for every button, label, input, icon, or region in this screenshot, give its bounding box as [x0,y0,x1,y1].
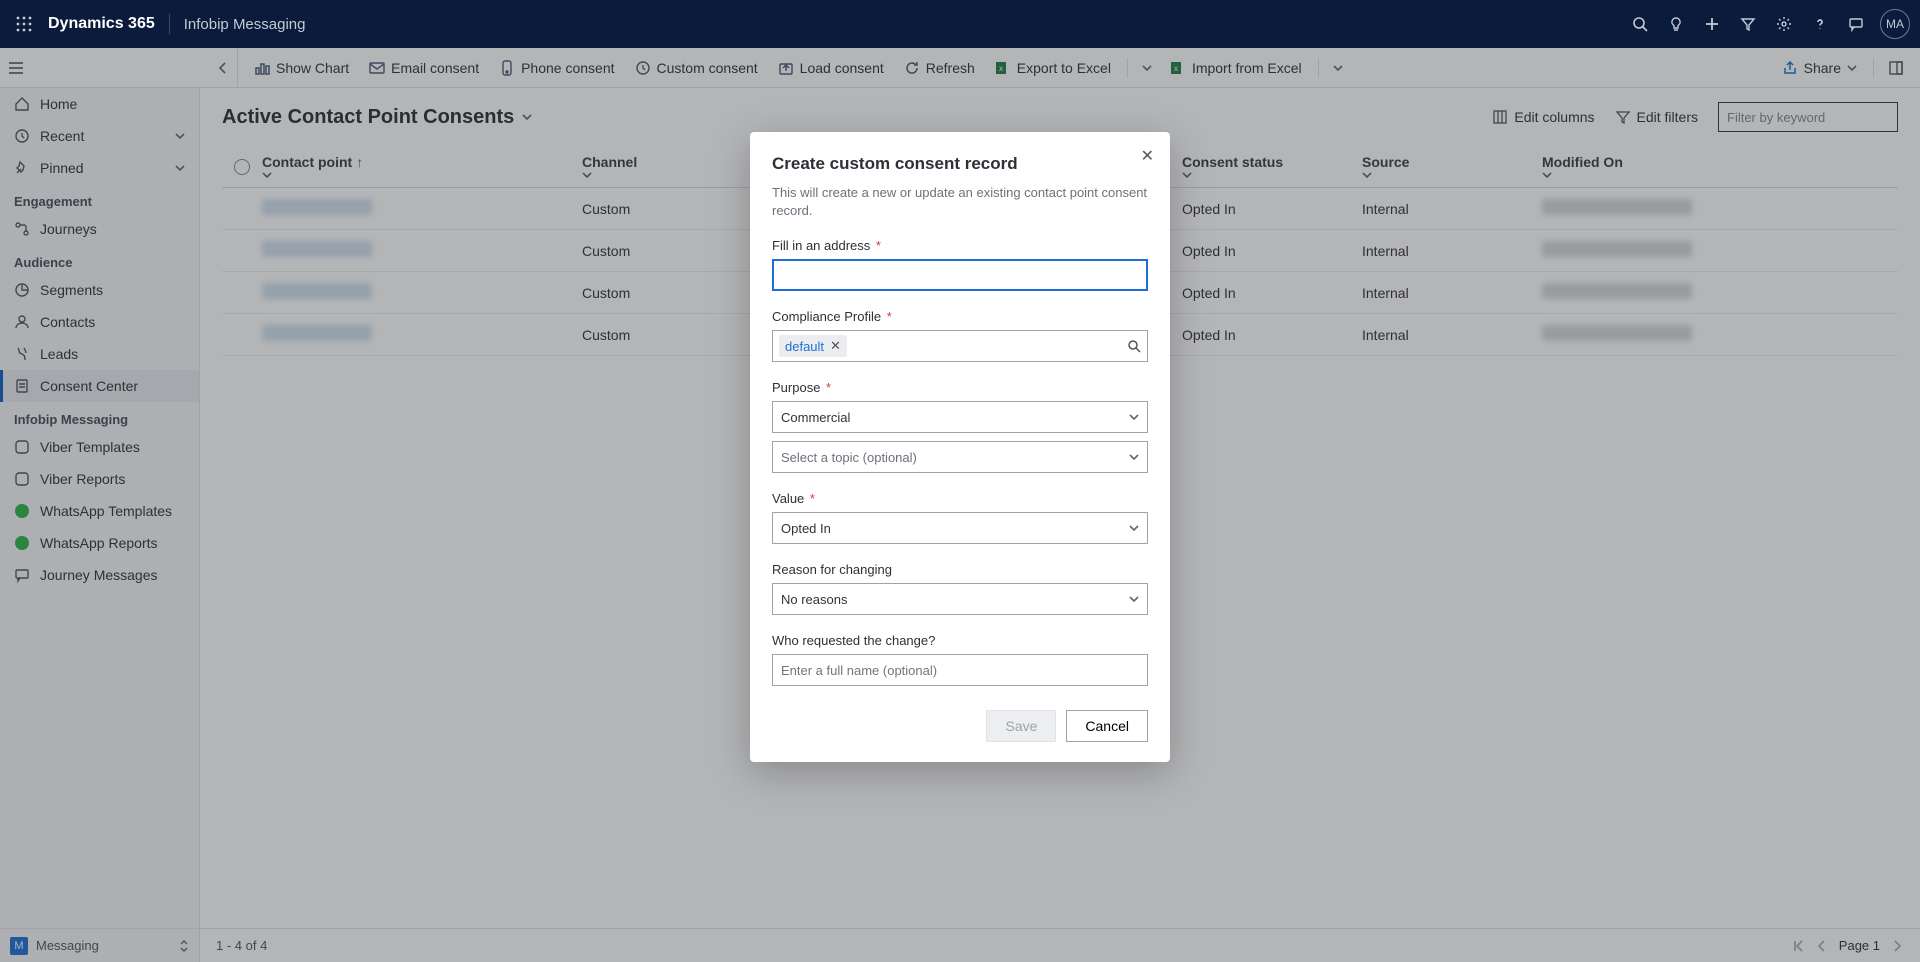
value-label: Value * [772,491,1148,506]
brand-title: Dynamics 365 [48,15,155,33]
compliance-label: Compliance Profile * [772,309,1148,324]
filter-icon[interactable] [1730,6,1766,42]
compliance-chip[interactable]: default✕ [779,335,847,357]
topic-select[interactable]: Select a topic (optional) [772,441,1148,473]
divider [169,14,170,34]
address-input[interactable] [772,259,1148,291]
gear-icon[interactable] [1766,6,1802,42]
user-avatar[interactable]: MA [1880,9,1910,39]
purpose-label: Purpose * [772,380,1148,395]
plus-icon[interactable] [1694,6,1730,42]
lightbulb-icon[interactable] [1658,6,1694,42]
purpose-select[interactable]: Commercial [772,401,1148,433]
who-input[interactable] [772,654,1148,686]
reason-label: Reason for changing [772,562,1148,577]
save-button: Save [986,710,1056,742]
cancel-button[interactable]: Cancel [1066,710,1148,742]
address-label: Fill in an address * [772,238,1148,253]
value-select[interactable]: Opted In [772,512,1148,544]
chip-remove-icon[interactable]: ✕ [830,338,841,354]
who-label: Who requested the change? [772,633,1148,648]
search-icon[interactable] [1127,339,1141,353]
create-consent-dialog: Create custom consent record ✕ This will… [750,132,1170,762]
app-name: Infobip Messaging [184,16,306,33]
search-icon[interactable] [1622,6,1658,42]
dialog-description: This will create a new or update an exis… [772,184,1148,220]
close-icon[interactable]: ✕ [1141,146,1154,166]
global-nav-bar: Dynamics 365 Infobip Messaging MA [0,0,1920,48]
app-launcher-icon[interactable] [10,10,38,38]
chat-icon[interactable] [1838,6,1874,42]
compliance-lookup[interactable]: default✕ [772,330,1148,362]
dialog-title: Create custom consent record [772,154,1148,174]
reason-select[interactable]: No reasons [772,583,1148,615]
help-icon[interactable] [1802,6,1838,42]
